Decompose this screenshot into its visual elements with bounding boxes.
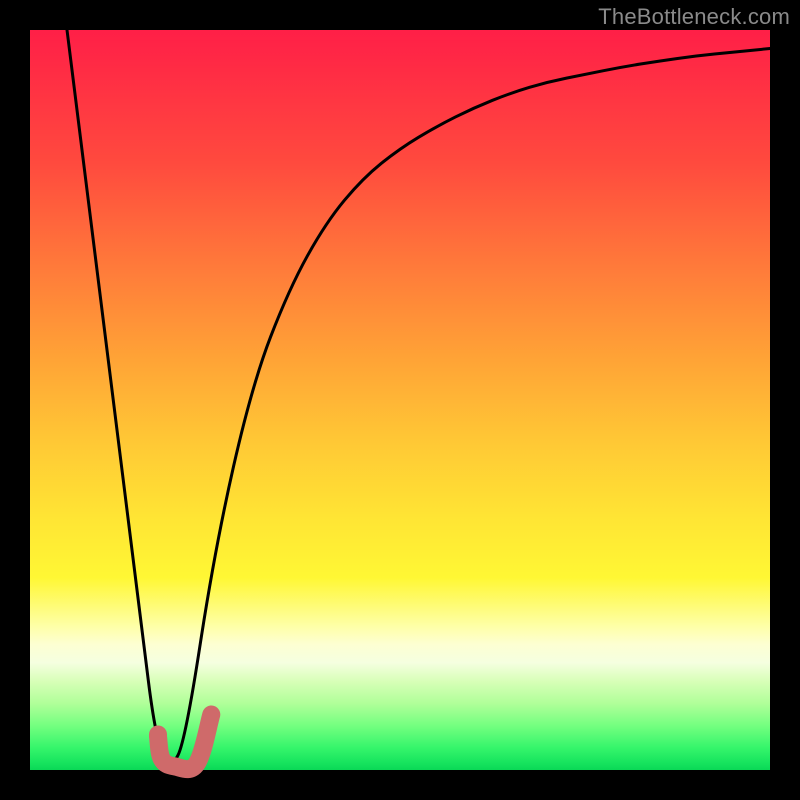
curve-layer	[30, 30, 770, 770]
bottleneck-curve	[67, 30, 770, 763]
j-marker-icon	[158, 715, 211, 770]
j-marker-dot-icon	[149, 725, 167, 743]
chart-frame: TheBottleneck.com	[0, 0, 800, 800]
watermark-label: TheBottleneck.com	[598, 4, 790, 30]
plot-area	[30, 30, 770, 770]
